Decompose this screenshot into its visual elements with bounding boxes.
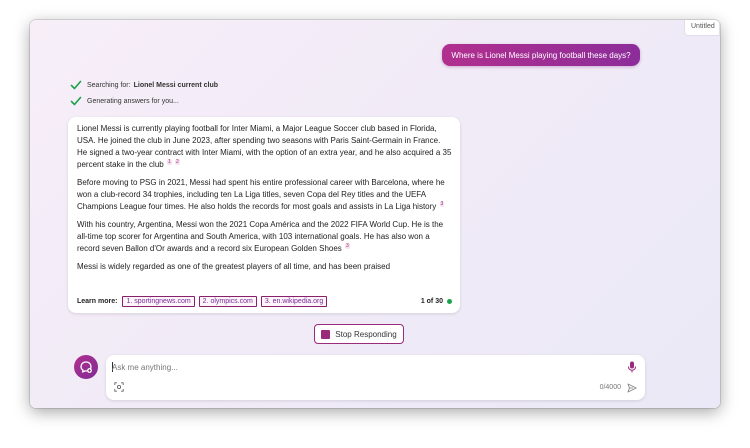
stop-icon [321,329,331,339]
citation-marker[interactable]: 1 [166,159,172,166]
status-generating: Generating answers for you... [70,95,179,107]
learn-more-bar: Learn more: 1. sportingnews.com 2. olymp… [77,296,452,307]
new-topic-button[interactable] [74,355,98,379]
new-topic-icon [80,361,92,373]
chat-window: Untitled Where is Lionel Messi playing f… [30,20,720,408]
side-tab[interactable]: Untitled [684,20,720,36]
image-search-icon[interactable] [114,382,124,392]
char-counter: 0/4000 [599,384,621,391]
answer-card: Lionel Messi is currently playing footba… [68,117,460,313]
citation-marker[interactable]: 2 [174,159,180,166]
source-link-wikipedia[interactable]: 3. en.wikipedia.org [260,296,328,307]
status-searching-prefix: Searching for: [87,81,131,89]
user-message-bubble: Where is Lionel Messi playing football t… [442,44,640,66]
learn-more-label: Learn more: [77,298,118,305]
answer-paragraph: With his country, Argentina, Messi won t… [77,219,452,255]
answer-paragraph: Lionel Messi is currently playing footba… [77,123,452,171]
turn-status-dot [447,299,452,304]
answer-paragraph-text: Lionel Messi is currently playing footba… [77,124,452,169]
answer-paragraph: Messi is widely regarded as one of the g… [77,261,452,273]
check-icon [70,80,82,90]
side-tab-label: Untitled [691,23,715,30]
source-link-olympics[interactable]: 2. olympics.com [198,296,257,307]
stop-responding-button[interactable]: Stop Responding [314,324,404,344]
send-icon[interactable] [627,383,637,393]
status-generating-text: Generating answers for you... [87,97,179,105]
status-searching: Searching for: Lionel Messi current club [70,79,218,91]
citation-marker[interactable]: 3 [439,201,445,208]
answer-paragraph-text: With his country, Argentina, Messi won t… [77,220,444,253]
mic-icon[interactable] [627,361,637,373]
ask-input[interactable] [112,360,612,374]
answer-paragraph-text: Before moving to PSG in 2021, Messi had … [77,178,445,211]
turn-counter-text: 1 of 30 [420,298,443,305]
answer-paragraph-text: Messi is widely regarded as one of the g… [77,262,391,271]
answer-paragraph: Before moving to PSG in 2021, Messi had … [77,177,452,213]
stop-responding-label: Stop Responding [335,329,397,339]
composer: 0/4000 [106,355,645,400]
turn-counter: 1 of 30 [421,298,452,305]
user-message-text: Where is Lionel Messi playing football t… [451,50,631,60]
check-icon [70,96,82,106]
source-link-sportingnews[interactable]: 1. sportingnews.com [122,296,195,307]
citation-marker[interactable]: 3 [345,243,350,250]
status-searching-query: Lionel Messi current club [133,81,219,89]
